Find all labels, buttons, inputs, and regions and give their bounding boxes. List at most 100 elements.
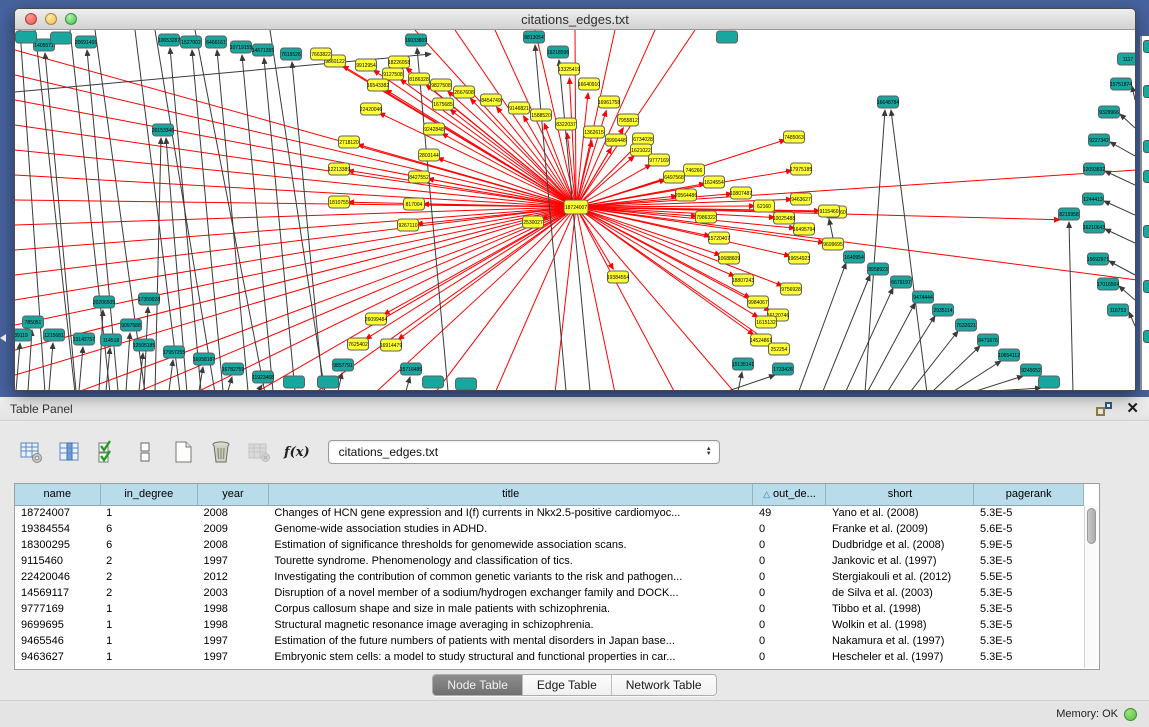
network-node[interactable]: 9227342: [1089, 134, 1110, 146]
delete-columns-icon[interactable]: [206, 437, 236, 467]
network-node[interactable]: [16, 31, 37, 43]
table-row[interactable]: 1830029562008Estimation of significance …: [15, 537, 1084, 553]
network-node[interactable]: 20206505: [93, 296, 115, 308]
cell-year[interactable]: 1998: [197, 617, 268, 633]
cell-year[interactable]: 2012: [197, 569, 268, 585]
cell-pagerank[interactable]: 5.3E-5: [974, 633, 1084, 649]
network-node[interactable]: 19654923: [788, 252, 810, 264]
network-node[interactable]: 7986322: [696, 211, 717, 223]
network-node[interactable]: 9827508: [431, 79, 452, 91]
select-all-icon[interactable]: [92, 437, 122, 467]
cell-year[interactable]: 2009: [197, 521, 268, 537]
network-node[interactable]: 8990448: [606, 134, 627, 146]
cell-title[interactable]: Investigating the contribution of common…: [268, 569, 753, 585]
network-node[interactable]: 1527002: [181, 36, 202, 48]
show-columns-icon[interactable]: [54, 437, 84, 467]
network-node[interactable]: 9329966: [1099, 106, 1120, 118]
cell-name[interactable]: 18300295: [15, 537, 100, 553]
network-node[interactable]: 9245652: [1021, 364, 1042, 376]
network-node[interactable]: 746266: [684, 164, 705, 176]
cell-year[interactable]: 1998: [197, 601, 268, 617]
network-node[interactable]: 20153346: [152, 124, 174, 136]
cell-in_degree[interactable]: 1: [100, 505, 197, 521]
network-node[interactable]: 2935114: [933, 304, 954, 316]
cell-year[interactable]: 1997: [197, 553, 268, 569]
cell-short[interactable]: Jankovic et al. (1997): [826, 553, 974, 569]
cell-out_degree[interactable]: 0: [753, 521, 826, 537]
network-node[interactable]: 6497568: [664, 171, 685, 183]
network-node[interactable]: 10807487: [730, 187, 752, 199]
cell-in_degree[interactable]: 2: [100, 569, 197, 585]
cell-short[interactable]: Hescheler et al. (1997): [826, 649, 974, 665]
cell-name[interactable]: 9465546: [15, 633, 100, 649]
cell-name[interactable]: 18724007: [15, 505, 100, 521]
network-node[interactable]: 8813054: [524, 31, 545, 43]
column-header-short[interactable]: short: [826, 484, 974, 505]
cell-title[interactable]: Embryonic stem cells: a model to study s…: [268, 649, 753, 665]
cell-title[interactable]: Tourette syndrome. Phenomenology and cla…: [268, 553, 753, 569]
network-node[interactable]: 7485063: [784, 131, 805, 143]
cell-in_degree[interactable]: 2: [100, 585, 197, 601]
network-node[interactable]: [51, 32, 72, 44]
network-node[interactable]: [717, 31, 738, 43]
window-titlebar[interactable]: citations_edges.txt: [15, 9, 1135, 30]
network-node[interactable]: 1215681: [44, 329, 65, 341]
network-node[interactable]: 9474444: [913, 291, 934, 303]
table-row[interactable]: 1456911722003Disruption of a novel membe…: [15, 585, 1084, 601]
cell-in_degree[interactable]: 6: [100, 537, 197, 553]
network-node[interactable]: 9463627: [791, 193, 812, 205]
cell-out_degree[interactable]: 0: [753, 649, 826, 665]
network-node[interactable]: [423, 376, 444, 388]
cell-title[interactable]: Estimation of significance thresholds fo…: [268, 537, 753, 553]
cell-pagerank[interactable]: 5.9E-5: [974, 537, 1084, 553]
network-node[interactable]: 39119: [15, 329, 32, 341]
cell-short[interactable]: Wolkin et al. (1998): [826, 617, 974, 633]
column-header-title[interactable]: title: [268, 484, 753, 505]
network-node[interactable]: 17016504: [1097, 278, 1119, 290]
cell-short[interactable]: Stergiakouli et al. (2012): [826, 569, 974, 585]
cell-pagerank[interactable]: 5.3E-5: [974, 553, 1084, 569]
network-node[interactable]: 8186328: [409, 73, 430, 85]
network-node[interactable]: 10719155: [230, 41, 252, 53]
network-node[interactable]: 1362615: [584, 126, 605, 138]
network-node[interactable]: 19384554: [607, 271, 629, 283]
network-node[interactable]: 6679197: [891, 276, 912, 288]
network-node[interactable]: 15692971: [1087, 253, 1109, 265]
network-node[interactable]: 1810755: [329, 196, 350, 208]
network-node[interactable]: 1244413: [1083, 193, 1104, 205]
network-node[interactable]: 16782759: [222, 363, 244, 375]
cell-name[interactable]: 14569117: [15, 585, 100, 601]
cell-name[interactable]: 22420046: [15, 569, 100, 585]
unselect-all-icon[interactable]: [130, 437, 160, 467]
network-node[interactable]: 116753: [1108, 304, 1129, 316]
network-node[interactable]: 9857791: [333, 359, 354, 371]
network-table-select[interactable]: citations_edges.txt ▲▼: [328, 440, 720, 464]
table-scrollbar[interactable]: [1084, 506, 1098, 668]
network-node[interactable]: 7632621: [956, 319, 977, 331]
network-node[interactable]: 8215958: [1059, 208, 1080, 220]
table-row[interactable]: 2242004622012Investigating the contribut…: [15, 569, 1084, 585]
network-node[interactable]: 15135141: [732, 358, 754, 370]
cell-title[interactable]: Genome-wide association studies in ADHD.: [268, 521, 753, 537]
cell-out_degree[interactable]: 0: [753, 633, 826, 649]
cell-pagerank[interactable]: 5.5E-5: [974, 569, 1084, 585]
tab-edge-table[interactable]: Edge Table: [523, 675, 612, 695]
table-row[interactable]: 911546021997Tourette syndrome. Phenomeno…: [15, 553, 1084, 569]
network-node[interactable]: 16640910: [578, 78, 600, 90]
network-node[interactable]: 10653287: [158, 34, 180, 46]
network-node[interactable]: 15751874: [1110, 78, 1132, 90]
column-header-year[interactable]: year: [197, 484, 268, 505]
network-node[interactable]: 1615132: [756, 316, 777, 328]
cell-year[interactable]: 2003: [197, 585, 268, 601]
cell-year[interactable]: 2008: [197, 537, 268, 553]
network-node[interactable]: 18226058: [388, 56, 410, 68]
network-node[interactable]: 1733426: [773, 363, 794, 375]
cell-out_degree[interactable]: 0: [753, 569, 826, 585]
cell-year[interactable]: 2008: [197, 505, 268, 521]
column-header-in_degree[interactable]: in_degree: [100, 484, 197, 505]
cell-short[interactable]: Yano et al. (2008): [826, 505, 974, 521]
table-row[interactable]: 946554611997Estimation of the future num…: [15, 633, 1084, 649]
network-node[interactable]: 9699695: [823, 238, 844, 250]
new-column-icon[interactable]: [168, 437, 198, 467]
network-node[interactable]: 17359928: [138, 293, 160, 305]
